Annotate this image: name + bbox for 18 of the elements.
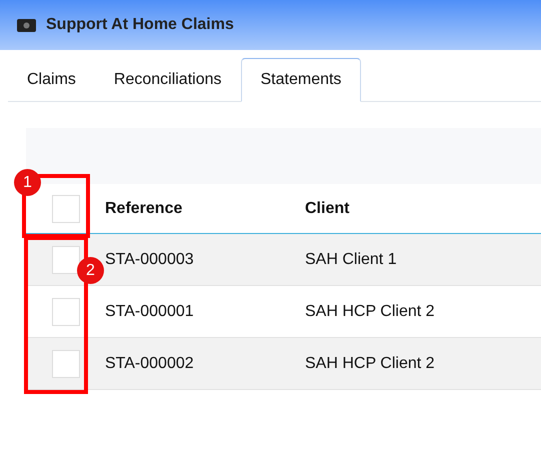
table-cell-text: SAH HCP Client 2	[305, 354, 435, 374]
checkbox[interactable]	[52, 194, 80, 222]
table-cell-text: SAH Client 1	[305, 250, 397, 270]
tab[interactable]: Statements	[240, 58, 362, 102]
column-header: Reference	[105, 198, 184, 218]
checkbox[interactable]	[52, 350, 80, 378]
table-cell-text: STA-000003	[105, 250, 195, 270]
table-cell-text: STA-000002	[105, 354, 195, 374]
tab[interactable]: Claims	[8, 58, 95, 101]
tab[interactable]: Reconciliations	[94, 58, 240, 101]
checkbox[interactable]	[52, 298, 80, 326]
checkbox[interactable]	[52, 246, 80, 274]
banknote-icon	[17, 18, 36, 32]
table-cell-text: SAH HCP Client 2	[305, 302, 435, 322]
table-cell-text: STA-000001	[105, 302, 195, 322]
step-badge: 1	[14, 169, 41, 196]
window-title: Support At Home Claims	[46, 15, 234, 35]
column-header: Client	[305, 198, 350, 218]
